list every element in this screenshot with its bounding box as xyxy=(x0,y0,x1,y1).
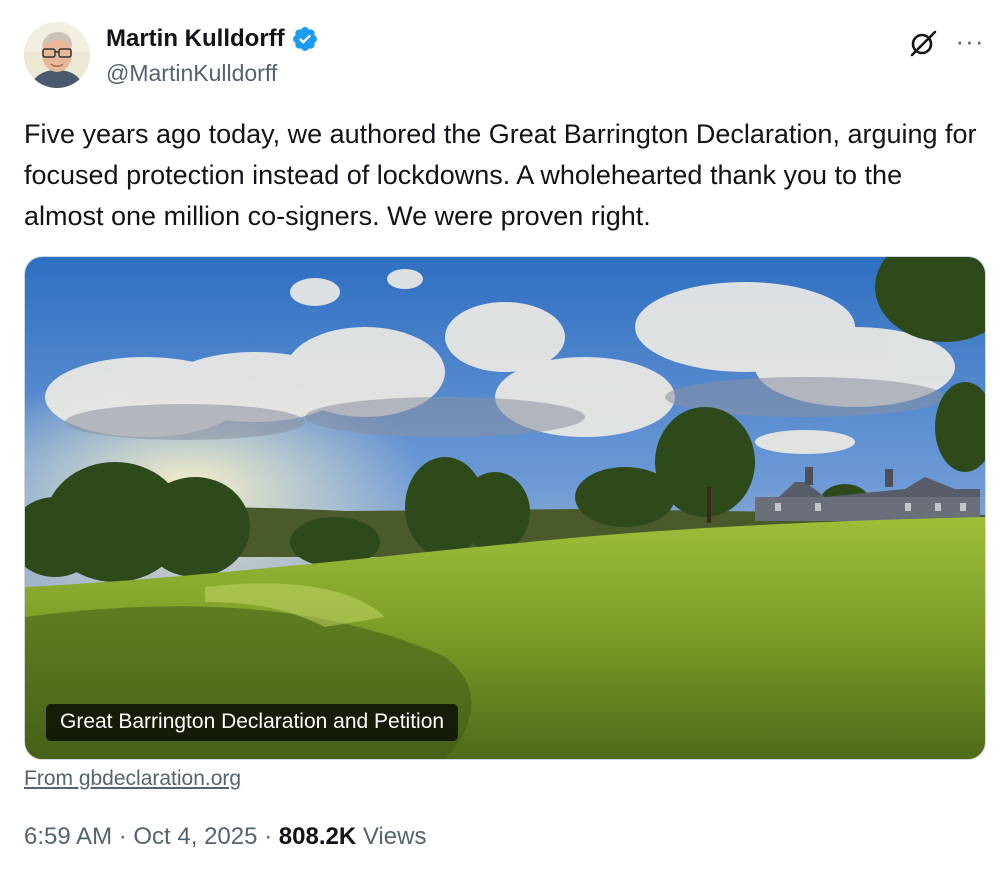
profile-photo xyxy=(24,22,90,88)
link-card-caption: Great Barrington Declaration and Petitio… xyxy=(46,704,459,741)
author-name-row[interactable]: Martin Kulldorff xyxy=(106,24,319,54)
display-name[interactable]: Martin Kulldorff xyxy=(106,24,285,54)
avatar[interactable] xyxy=(24,22,90,88)
tweet-time[interactable]: 6:59 AM xyxy=(24,820,112,854)
author-handle[interactable]: @MartinKulldorff xyxy=(106,59,277,87)
meta-separator: · xyxy=(257,823,279,850)
link-card-source[interactable]: From gbdeclaration.org xyxy=(24,766,241,792)
tweet-date[interactable]: Oct 4, 2025 xyxy=(133,820,257,854)
link-card[interactable]: Great Barrington Declaration and Petitio… xyxy=(24,256,986,760)
grok-icon[interactable] xyxy=(906,26,940,60)
tweet-meta: 6:59 AM · Oct 4, 2025 · 808.2K Views xyxy=(24,820,426,854)
more-horizontal-icon[interactable]: ··· xyxy=(950,24,990,58)
landscape-photo xyxy=(25,257,985,759)
meta-separator: · xyxy=(112,823,134,850)
verified-badge-icon[interactable] xyxy=(291,25,319,53)
views-count[interactable]: 808.2K xyxy=(279,820,356,854)
tweet-text: Five years ago today, we authored the Gr… xyxy=(24,119,977,231)
views-label: Views xyxy=(356,823,427,850)
